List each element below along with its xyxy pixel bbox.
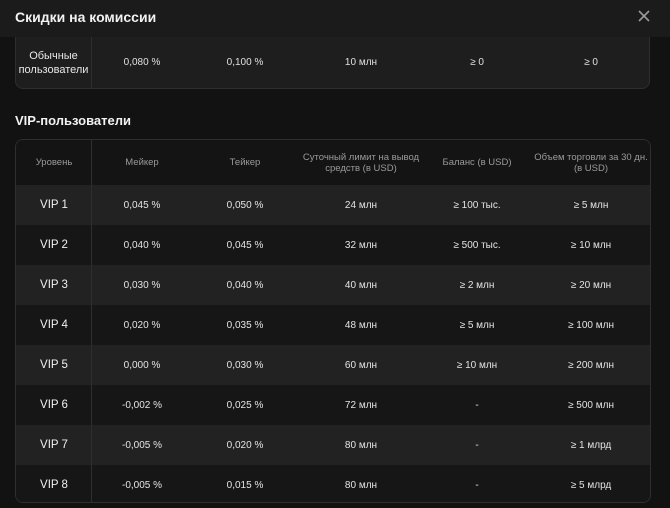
vip-withdraw-limit: 24 млн <box>344 199 378 211</box>
vip-maker: 0,000 % <box>123 359 161 371</box>
modal-title: Скидки на комиссии <box>15 9 157 25</box>
vip-level: VIP 8 <box>40 479 68 491</box>
vip-volume: ≥ 20 млн <box>570 279 612 291</box>
table-row: VIP 4 0,020 % 0,035 % 48 млн ≥ 5 млн ≥ 100 мл… <box>16 305 650 345</box>
vip-table-header: Уровень Мейкер Тейкер Суточный лимит на … <box>16 140 650 185</box>
vip-level: VIP 6 <box>40 399 68 411</box>
vip-taker: 0,020 % <box>226 439 264 451</box>
vip-withdraw-limit: 48 млн <box>344 319 378 331</box>
vip-taker: 0,050 % <box>226 199 264 211</box>
standard-users-label: Обычные пользователи <box>16 37 92 88</box>
vip-balance: ≥ 5 млн <box>459 319 495 331</box>
vip-volume: ≥ 10 млн <box>570 239 612 251</box>
vip-balance: ≥ 500 тыс. <box>453 239 501 251</box>
vip-volume: ≥ 500 млн <box>568 399 614 411</box>
vip-volume: ≥ 200 млн <box>568 359 614 371</box>
standard-maker: 0,080 % <box>123 57 161 68</box>
vip-maker: 0,045 % <box>123 199 161 211</box>
close-button[interactable] <box>634 6 654 26</box>
vip-table: Уровень Мейкер Тейкер Суточный лимит на … <box>15 139 651 503</box>
vip-maker: 0,040 % <box>123 239 161 251</box>
vip-level: VIP 7 <box>40 439 68 451</box>
vip-balance: ≥ 10 млн <box>456 359 498 371</box>
vip-level: VIP 2 <box>40 239 68 251</box>
table-row: VIP 3 0,030 % 0,040 % 40 млн ≥ 2 млн ≥ 20 млн <box>16 265 650 305</box>
vip-balance: - <box>475 479 479 491</box>
column-header-withdraw-limit: Суточный лимит на вывод средств (в USD) <box>302 151 420 174</box>
standard-users-row: Обычные пользователи 0,080 % 0,100 % 10 … <box>15 37 650 89</box>
vip-balance: - <box>475 439 479 451</box>
vip-balance: - <box>475 399 479 411</box>
vip-taker: 0,025 % <box>226 399 264 411</box>
standard-balance: ≥ 0 <box>470 57 484 68</box>
modal-header: Скидки на комиссии <box>0 0 670 37</box>
column-header-level: Уровень <box>35 157 73 168</box>
vip-level: VIP 4 <box>40 319 68 331</box>
vip-maker: -0,005 % <box>121 439 163 451</box>
vip-taker: 0,035 % <box>226 319 264 331</box>
vip-withdraw-limit: 80 млн <box>344 479 378 491</box>
table-row: VIP 7 -0,005 % 0,020 % 80 млн - ≥ 1 млрд <box>16 425 650 465</box>
vip-maker: -0,005 % <box>121 479 163 491</box>
table-row: VIP 1 0,045 % 0,050 % 24 млн ≥ 100 тыс. ≥ 5 м… <box>16 185 650 225</box>
vip-volume: ≥ 1 млрд <box>570 439 612 451</box>
table-row: VIP 8 -0,005 % 0,015 % 80 млн - ≥ 5 млрд <box>16 465 650 502</box>
column-header-volume: Объем торговли за 30 дн. (в USD) <box>534 151 648 174</box>
column-divider <box>91 140 92 502</box>
vip-taker: 0,030 % <box>226 359 264 371</box>
vip-taker: 0,040 % <box>226 279 264 291</box>
vip-taker: 0,045 % <box>226 239 264 251</box>
vip-maker: 0,020 % <box>123 319 161 331</box>
vip-balance: ≥ 2 млн <box>459 279 495 291</box>
vip-withdraw-limit: 60 млн <box>344 359 378 371</box>
vip-maker: -0,002 % <box>121 399 163 411</box>
table-row: VIP 5 0,000 % 0,030 % 60 млн ≥ 10 млн ≥ 200 м… <box>16 345 650 385</box>
vip-maker: 0,030 % <box>123 279 161 291</box>
standard-withdraw-limit: 10 млн <box>344 57 378 68</box>
vip-withdraw-limit: 80 млн <box>344 439 378 451</box>
vip-withdraw-limit: 32 млн <box>344 239 378 251</box>
column-header-maker: Мейкер <box>125 157 159 168</box>
table-row: VIP 2 0,040 % 0,045 % 32 млн ≥ 500 тыс. ≥ 10 … <box>16 225 650 265</box>
vip-taker: 0,015 % <box>226 479 264 491</box>
standard-volume: ≥ 0 <box>584 57 598 68</box>
vip-level: VIP 1 <box>40 199 68 211</box>
vip-withdraw-limit: 72 млн <box>344 399 378 411</box>
close-icon[interactable] <box>634 6 654 26</box>
table-row: VIP 6 -0,002 % 0,025 % 72 млн - ≥ 500 млн <box>16 385 650 425</box>
standard-taker: 0,100 % <box>226 57 264 68</box>
vip-volume: ≥ 5 млрд <box>570 479 612 491</box>
column-header-taker: Тейкер <box>229 157 261 168</box>
vip-volume: ≥ 100 млн <box>568 319 614 331</box>
vip-volume: ≥ 5 млн <box>573 199 609 211</box>
vip-section-title: VIP-пользователи <box>15 113 131 128</box>
vip-balance: ≥ 100 тыс. <box>453 199 501 211</box>
column-header-balance: Баланс (в USD) <box>442 157 512 168</box>
vip-level: VIP 5 <box>40 359 68 371</box>
vip-level: VIP 3 <box>40 279 68 291</box>
vip-withdraw-limit: 40 млн <box>344 279 378 291</box>
